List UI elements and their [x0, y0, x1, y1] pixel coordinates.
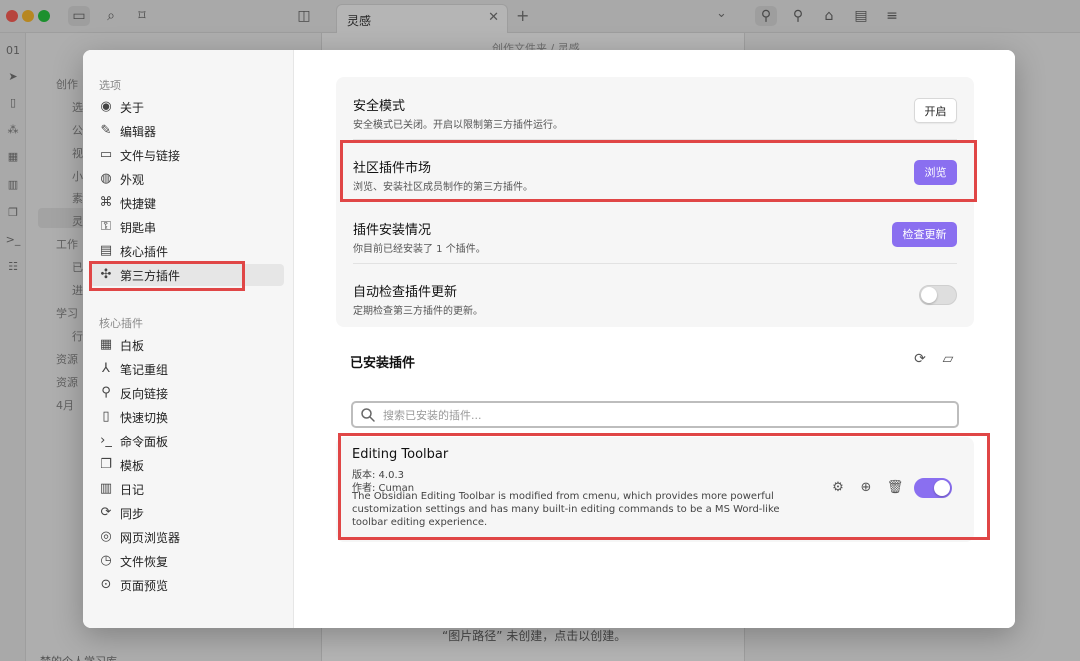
setting-auto-update: 自动检查插件更新 定期检查第三方插件的更新。 [336, 263, 974, 325]
trash-icon[interactable]: 🗑 [886, 479, 904, 497]
nav-item-core-3[interactable]: ▯ 快速切换 [90, 406, 284, 428]
nav-item-core-8[interactable]: ◎ 网页浏览器 [90, 526, 284, 548]
calendar-plug-icon: ▤ [99, 243, 113, 258]
nav-item-core-6[interactable]: ▥ 日记 [90, 478, 284, 500]
nav-item-label: 第三方插件 [120, 269, 181, 283]
plugin-settings-card: 安全模式 安全模式已关闭。开启以限制第三方插件运行。 开启 社区插件市场 浏览、… [336, 77, 974, 327]
nav-item-options-6[interactable]: ▤ 核心插件 [90, 240, 284, 262]
puzzle-icon: ✣ [100, 267, 112, 282]
nav-heading-options: 选项 [99, 79, 121, 92]
plugin-description: The Obsidian Editing Toolbar is modified… [352, 491, 780, 528]
nav-item-label: 关于 [120, 101, 145, 115]
setting-install-status: 插件安装情况 你目前已经安装了 1 个插件。 检查更新 [336, 201, 974, 263]
pencil-icon: ✎ [100, 123, 112, 138]
nav-item-label: 命令面板 [120, 435, 169, 449]
nav-item-label: 快捷键 [120, 197, 157, 211]
globe-icon: ◎ [100, 529, 112, 544]
nav-item-label: 白板 [120, 339, 145, 353]
nav-item-core-2[interactable]: ⚲ 反向链接 [90, 382, 284, 404]
plugin-item: Editing Toolbar 版本: 4.0.3 作者: Cuman The … [336, 437, 974, 542]
gear-icon[interactable]: ⚙ [829, 479, 847, 497]
nav-item-core-10[interactable]: ⊙ 页面预览 [90, 574, 284, 596]
nav-item-label: 文件与链接 [120, 149, 181, 163]
setting-title: 社区插件市场 [353, 161, 432, 176]
nav-item-label: 笔记重组 [120, 363, 169, 377]
nav-item-options-2[interactable]: ▭ 文件与链接 [90, 144, 284, 166]
plugin-search-box [351, 401, 959, 428]
grid-icon: ▦ [99, 337, 113, 352]
nav-item-core-9[interactable]: ◷ 文件恢复 [90, 550, 284, 572]
nav-item-options-5[interactable]: ⚿ 钥匙串 [90, 216, 284, 238]
nav-item-options-7[interactable]: ✣ 第三方插件 [90, 264, 284, 286]
nav-item-label: 快速切换 [120, 411, 169, 425]
plugin-name: Editing Toolbar [352, 447, 449, 462]
nav-item-options-3[interactable]: ◍ 外观 [90, 168, 284, 190]
setting-community-market: 社区插件市场 浏览、安装社区成员制作的第三方插件。 浏览 [336, 139, 974, 201]
setting-desc: 你目前已经安装了 1 个插件。 [353, 244, 486, 255]
nav-item-label: 反向链接 [120, 387, 169, 401]
setting-title: 安全模式 [353, 99, 406, 114]
setting-title: 自动检查插件更新 [353, 285, 458, 300]
plugin-search-input[interactable] [383, 406, 943, 424]
nav-item-core-5[interactable]: ❐ 模板 [90, 454, 284, 476]
plugin-enable-toggle[interactable] [914, 478, 952, 498]
merge-icon: ⅄ [102, 361, 110, 376]
nav-item-core-4[interactable]: ›_ 命令面板 [90, 430, 284, 452]
setting-desc: 安全模式已关闭。开启以限制第三方插件运行。 [353, 120, 563, 131]
command-icon: ⌘ [99, 195, 113, 210]
sync-icon: ⟳ [100, 505, 112, 520]
nav-item-label: 同步 [120, 507, 145, 521]
safe-mode-toggle-button[interactable]: 开启 [914, 98, 957, 123]
installed-plugins-heading: 已安装插件 [350, 356, 416, 371]
file-switch-icon: ▯ [102, 409, 110, 424]
nav-item-core-1[interactable]: ⅄ 笔记重组 [90, 358, 284, 380]
nav-item-label: 外观 [120, 173, 145, 187]
reload-icon[interactable]: ⟳ [911, 350, 929, 368]
nav-item-options-1[interactable]: ✎ 编辑器 [90, 120, 284, 142]
nav-heading-core: 核心插件 [99, 317, 143, 330]
nav-item-options-0[interactable]: ◉ 关于 [90, 96, 284, 118]
setting-title: 插件安装情况 [353, 223, 432, 238]
setting-desc: 定期检查第三方插件的更新。 [353, 306, 483, 317]
search-icon [361, 408, 375, 422]
nav-item-core-7[interactable]: ⟳ 同步 [90, 502, 284, 524]
browse-button[interactable]: 浏览 [914, 160, 957, 185]
palette-icon: ◍ [100, 171, 112, 186]
nav-item-label: 编辑器 [120, 125, 157, 139]
history-icon: ◷ [100, 553, 112, 568]
preview-icon: ⊙ [100, 577, 112, 592]
toggle-knob [934, 480, 950, 496]
nav-item-options-4[interactable]: ⌘ 快捷键 [90, 192, 284, 214]
nav-item-label: 核心插件 [120, 245, 169, 259]
backlink-icon: ⚲ [101, 385, 111, 400]
key-icon: ⚿ [101, 219, 111, 234]
add-hotkey-icon[interactable]: ⊕ [857, 479, 875, 497]
terminal-icon: ›_ [100, 433, 112, 448]
setting-safe-mode: 安全模式 安全模式已关闭。开启以限制第三方插件运行。 开启 [336, 77, 974, 139]
settings-content: 安全模式 安全模式已关闭。开启以限制第三方插件运行。 开启 社区插件市场 浏览、… [294, 50, 1015, 628]
settings-nav: 选项 ◉ 关于 ✎ 编辑器 ▭ 文件与链接 ◍ 外观 ⌘ 快捷键 ⚿ 钥匙串 ▤ 核心插件 ✣ 第三方插件 核… [83, 50, 294, 628]
folder-link-icon: ▭ [99, 147, 113, 162]
nav-item-core-0[interactable]: ▦ 白板 [90, 334, 284, 356]
nav-item-label: 钥匙串 [120, 221, 157, 235]
nav-item-label: 日记 [120, 483, 145, 497]
nav-item-label: 页面预览 [120, 579, 169, 593]
nav-item-label: 文件恢复 [120, 555, 169, 569]
check-updates-button[interactable]: 检查更新 [892, 222, 957, 247]
setting-desc: 浏览、安装社区成员制作的第三方插件。 [353, 182, 533, 193]
user-circle-icon: ◉ [100, 99, 112, 114]
settings-modal: 选项 ◉ 关于 ✎ 编辑器 ▭ 文件与链接 ◍ 外观 ⌘ 快捷键 ⚿ 钥匙串 ▤ 核心插件 ✣ 第三方插件 核… [83, 50, 1015, 628]
nav-item-label: 模板 [120, 459, 145, 473]
nav-item-label: 网页浏览器 [120, 531, 181, 545]
open-folder-icon[interactable]: ▱ [939, 350, 957, 368]
auto-update-toggle[interactable] [919, 285, 957, 305]
copy-icon: ❐ [100, 457, 112, 472]
calendar-icon: ▥ [99, 481, 113, 496]
toggle-knob [921, 287, 937, 303]
